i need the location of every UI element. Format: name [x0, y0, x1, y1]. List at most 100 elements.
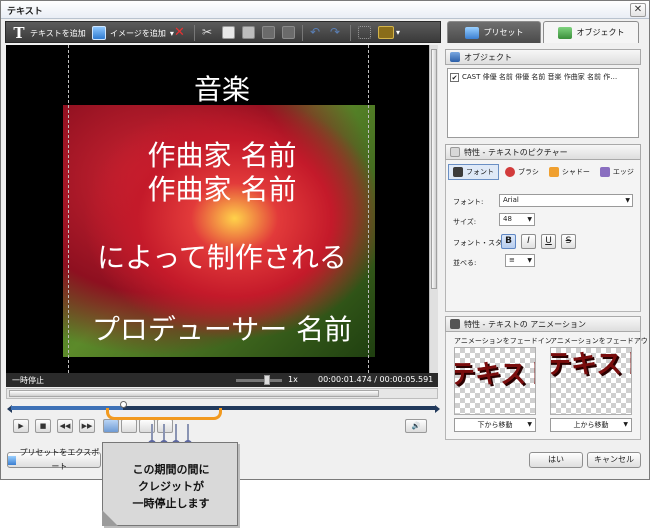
- font-select-value: Arial: [503, 196, 519, 204]
- animation-icon: [450, 319, 460, 329]
- undo-icon[interactable]: ↶: [310, 26, 323, 39]
- shadow-icon: [548, 167, 559, 177]
- fade-in-select[interactable]: 下から移動 ▼: [454, 418, 536, 432]
- font-icon: [453, 167, 463, 177]
- chevron-down-icon[interactable]: ▾: [396, 26, 409, 39]
- mark-in-button[interactable]: [103, 419, 119, 433]
- fade-out-select[interactable]: 上から移動 ▼: [550, 418, 632, 432]
- callout-line: クレジットが: [138, 480, 204, 493]
- align-select-value: ≡: [509, 256, 515, 264]
- fade-in-label: アニメーションをフェードイン: [454, 337, 552, 345]
- text-tool-icon: T: [13, 24, 25, 42]
- redo-icon[interactable]: ↷: [330, 26, 343, 39]
- cut-icon[interactable]: ✂: [202, 26, 215, 39]
- chevron-down-icon: ▼: [527, 216, 532, 223]
- timeline-playhead[interactable]: [119, 401, 127, 408]
- tab-brush-label: ブラシ: [518, 168, 539, 176]
- object-item-label: CAST 俳優 名前 俳優 名前 音楽 作曲家 名前 作…: [462, 73, 618, 81]
- properties-panel-header: 特性 - テキストのピクチャー: [445, 144, 641, 160]
- bold-button[interactable]: B: [501, 234, 516, 249]
- previous-button[interactable]: ◀◀: [57, 419, 73, 433]
- animation-panel: アニメーションをフェードイン アニメーションをフェードアウト テキスト テキスト…: [445, 332, 650, 440]
- list-item[interactable]: ✔ CAST 俳優 名前 俳優 名前 音楽 作曲家 名前 作…: [450, 71, 636, 83]
- tab-presets[interactable]: プリセット: [447, 21, 541, 43]
- chevron-down-icon: ▼: [623, 421, 628, 428]
- tab-shadow[interactable]: シャドー: [545, 164, 594, 180]
- preview-frame: 音楽 作曲家 名前 作曲家 名前 によって制作される プロデューサー 名前: [6, 45, 438, 373]
- add-text-button[interactable]: T テキストを追加: [12, 24, 85, 42]
- playback-status-bar: 一時停止 1x 00:00:01.474 / 00:00:05.591: [6, 373, 438, 387]
- preview-horizontal-scrollbar[interactable]: [6, 388, 438, 399]
- title-bar: テキスト ✕: [1, 1, 649, 19]
- animation-panel-title: 特性 - テキストの アニメーション: [464, 319, 586, 329]
- delete-icon[interactable]: ✕: [174, 26, 187, 39]
- grid-icon[interactable]: [358, 26, 371, 39]
- size-select[interactable]: 48 ▼: [499, 213, 535, 226]
- credit-line-composer-2[interactable]: 作曲家 名前: [6, 175, 438, 205]
- object-visible-checkbox[interactable]: ✔: [450, 72, 459, 82]
- credit-line-music[interactable]: 音楽: [6, 75, 438, 105]
- toolbar-separator: [302, 25, 303, 41]
- size-select-value: 48: [503, 215, 512, 223]
- add-image-button[interactable]: イメージを追加 ▾: [92, 25, 174, 41]
- objects-icon: [557, 26, 572, 39]
- speed-slider-handle[interactable]: [264, 375, 270, 385]
- fade-out-preview[interactable]: テキスト: [550, 347, 632, 415]
- credit-line-composer-1[interactable]: 作曲家 名前: [6, 141, 438, 171]
- preview-vertical-scrollbar[interactable]: [429, 45, 438, 373]
- timeline-slider[interactable]: [7, 401, 440, 413]
- callout-line: この期間の間に: [132, 463, 210, 476]
- tab-font-label: フォント: [466, 168, 494, 176]
- export-preset-label: プリセットをエクスポート: [19, 448, 100, 471]
- frame-icon[interactable]: [378, 26, 394, 39]
- export-icon: [8, 455, 16, 465]
- volume-icon[interactable]: 🔊: [405, 419, 427, 433]
- image-icon: [92, 26, 106, 40]
- paste-icon[interactable]: [242, 26, 255, 39]
- credit-line-produced-by[interactable]: によって制作される: [6, 243, 438, 273]
- font-select[interactable]: Arial ▼: [499, 194, 633, 207]
- speed-value: 1x: [288, 375, 298, 384]
- next-button[interactable]: ▶▶: [79, 419, 95, 433]
- objects-list[interactable]: ✔ CAST 俳優 名前 俳優 名前 音楽 作曲家 名前 作…: [447, 68, 639, 138]
- tab-brush[interactable]: ブラシ: [501, 164, 543, 180]
- fade-in-preview-text: テキスト: [454, 360, 535, 390]
- fade-in-preview[interactable]: テキスト: [454, 347, 536, 415]
- align-select[interactable]: ≡ ▼: [505, 254, 535, 267]
- bring-forward-icon[interactable]: [262, 26, 275, 39]
- close-button[interactable]: ✕: [630, 3, 646, 17]
- time-readout: 00:00:01.474 / 00:00:05.591: [318, 375, 434, 384]
- cancel-button[interactable]: キャンセル: [587, 452, 641, 468]
- callout-page-fold: [102, 510, 118, 526]
- text-properties-icon: [450, 147, 460, 157]
- scrollbar-thumb[interactable]: [9, 390, 379, 397]
- credit-line-producer[interactable]: プロデューサー 名前: [6, 315, 438, 345]
- preview-canvas[interactable]: 音楽 作曲家 名前 作曲家 名前 によって制作される プロデューサー 名前: [6, 45, 438, 373]
- tab-edge[interactable]: エッジ: [596, 164, 638, 180]
- objects-panel-header: オブジェクト: [445, 49, 641, 65]
- properties-panel-title: 特性 - テキストのピクチャー: [464, 147, 568, 157]
- window-title: テキスト: [7, 7, 43, 17]
- copy-icon[interactable]: [222, 26, 235, 39]
- playback-state: 一時停止: [12, 376, 44, 385]
- underline-button[interactable]: U: [541, 234, 556, 249]
- stop-button[interactable]: ■: [35, 419, 51, 433]
- strikethrough-button[interactable]: S: [561, 234, 576, 249]
- scrollbar-thumb[interactable]: [431, 49, 437, 289]
- align-label: 並べる:: [453, 259, 477, 267]
- animation-panel-header: 特性 - テキストの アニメーション: [445, 316, 641, 332]
- export-preset-button[interactable]: プリセットをエクスポート: [7, 448, 101, 471]
- tab-objects-label: オブジェクト: [576, 28, 625, 37]
- fade-out-select-value: 上から移動: [573, 421, 609, 429]
- objects-panel-title: オブジェクト: [464, 52, 512, 62]
- fade-out-preview-text: テキスト: [550, 350, 631, 380]
- tab-edge-label: エッジ: [612, 168, 634, 176]
- play-button[interactable]: ▶: [13, 419, 29, 433]
- ok-button[interactable]: はい: [529, 452, 583, 468]
- speed-slider-track[interactable]: [236, 379, 282, 382]
- tab-objects[interactable]: オブジェクト: [543, 21, 639, 43]
- italic-button[interactable]: I: [521, 234, 536, 249]
- send-backward-icon[interactable]: [282, 26, 295, 39]
- tab-font[interactable]: フォント: [448, 164, 499, 180]
- mark-out-button[interactable]: [121, 419, 137, 433]
